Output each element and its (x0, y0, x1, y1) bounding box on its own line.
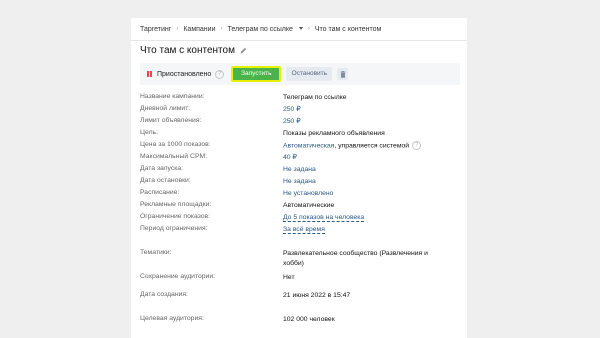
start-button[interactable]: Запустить (231, 66, 282, 82)
detail-value: Автоматические (283, 202, 335, 209)
detail-label: Период ограничения: (140, 225, 208, 232)
detail-label: Расписание: (140, 189, 180, 196)
detail-label: Тематики: (140, 249, 172, 256)
detail-link[interactable]: Не задана (283, 178, 316, 185)
detail-label: Рекламные площадки: (140, 201, 212, 208)
campaign-card: Таргетинг › Кампании › Телеграм по ссылк… (131, 18, 467, 338)
detail-value: Не установлено (283, 189, 428, 199)
detail-label: Целевая аудитория: (140, 315, 204, 322)
detail-link[interactable]: 40 ₽ (283, 154, 297, 161)
detail-label: Название кампании: (140, 93, 205, 100)
pause-icon (147, 71, 152, 77)
detail-value: 250 ₽ (283, 105, 428, 115)
trash-icon (340, 70, 346, 78)
detail-value: За всё время (283, 225, 428, 235)
breadcrumb-campaign: Телеграм по ссылке (227, 25, 293, 33)
detail-value: Автоматическая, управляется системой? (283, 141, 428, 151)
breadcrumb-campaign-dropdown[interactable]: Телеграм по ссылке (228, 26, 303, 33)
detail-link[interactable]: Не задана (283, 166, 316, 173)
detail-value: Показы рекламного объявления (283, 130, 385, 137)
detail-value: 40 ₽ (283, 153, 428, 163)
help-icon[interactable]: ? (215, 69, 225, 79)
detail-label: Дата остановки: (140, 177, 191, 184)
detail-value: 250 ₽ (283, 117, 428, 127)
detail-label: Цель: (140, 129, 158, 136)
breadcrumb-separator: › (176, 26, 179, 32)
status-text: Приостановлено (157, 70, 212, 78)
title-row: Что там с контентом (140, 45, 247, 56)
detail-label: Сохранение аудитории: (140, 273, 216, 280)
detail-suffix: , управляется системой (334, 142, 410, 150)
detail-value: Развлекательное сообщество (Развлечения … (283, 250, 428, 267)
detail-link[interactable]: За всё время (283, 226, 325, 234)
detail-value: Телеграм по ссылке (283, 94, 347, 101)
breadcrumb-separator: › (307, 26, 310, 32)
detail-link[interactable]: 250 ₽ (283, 106, 301, 113)
detail-label: Ограничение показов: (140, 213, 211, 220)
detail-link[interactable]: Не установлено (283, 190, 333, 197)
stop-button[interactable]: Остановить (286, 67, 333, 81)
detail-value: 102 000 человек (283, 316, 335, 323)
breadcrumb: Таргетинг › Кампании › Телеграм по ссылк… (131, 18, 467, 41)
detail-link[interactable]: 250 ₽ (283, 118, 301, 125)
pencil-icon[interactable] (240, 47, 247, 54)
detail-label: Дата запуска: (140, 165, 184, 172)
detail-value: Нет (283, 274, 295, 281)
breadcrumb-current: Что там с контентом (314, 25, 382, 33)
detail-value: Не задана (283, 165, 428, 175)
action-bar: Приостановлено ? Запустить Остановить (140, 63, 460, 85)
detail-link[interactable]: Автоматическая (283, 142, 334, 149)
detail-link[interactable]: До 5 показов на человека (283, 214, 365, 222)
chevron-down-icon (298, 27, 303, 31)
detail-label: Максимальный CPM: (140, 153, 208, 160)
detail-label: Дневной лимит: (140, 105, 191, 112)
page-title: Что там с контентом (140, 45, 235, 56)
detail-value: Не задана (283, 177, 428, 187)
breadcrumb-campaigns[interactable]: Кампании (183, 26, 215, 33)
breadcrumb-separator: › (220, 26, 223, 32)
detail-label: Лимит объявления: (140, 117, 202, 124)
detail-label: Цена за 1000 показов: (140, 141, 211, 148)
detail-label: Дата создания: (140, 291, 188, 298)
breadcrumb-targeting[interactable]: Таргетинг (140, 26, 171, 33)
help-icon[interactable]: ? (412, 141, 422, 150)
detail-value: 21 июня 2022 в 15:47 (283, 292, 351, 299)
detail-value: До 5 показов на человека (283, 213, 428, 223)
delete-button[interactable] (337, 68, 349, 80)
